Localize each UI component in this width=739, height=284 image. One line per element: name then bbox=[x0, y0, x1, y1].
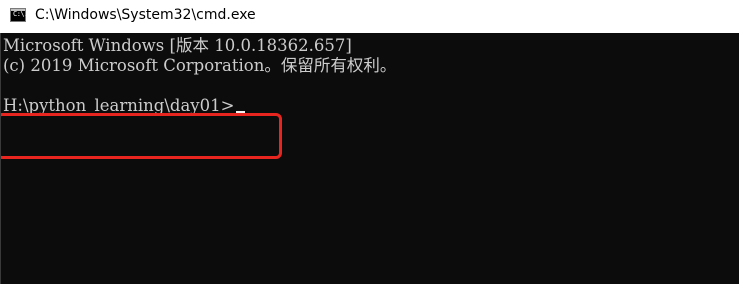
console-line-version: Microsoft Windows [版本 10.0.18362.657] bbox=[3, 36, 352, 55]
cmd-window: C:\. C:\Windows\System32\cmd.exe Microso… bbox=[0, 0, 739, 284]
command-prompt: H:\python_learning\day01> bbox=[3, 96, 235, 115]
text-cursor bbox=[236, 111, 246, 114]
title-bar[interactable]: C:\. C:\Windows\System32\cmd.exe bbox=[0, 0, 739, 33]
cmd-icon[interactable]: C:\. bbox=[10, 8, 28, 22]
window-title: C:\Windows\System32\cmd.exe bbox=[35, 7, 256, 23]
cmd-icon-label: C:\. bbox=[13, 10, 28, 18]
console-output[interactable]: Microsoft Windows [版本 10.0.18362.657] (c… bbox=[0, 33, 739, 284]
command-prompt-line[interactable]: H:\python_learning\day01> bbox=[3, 96, 246, 116]
console-line-copyright: (c) 2019 Microsoft Corporation。保留所有权利。 bbox=[3, 56, 397, 75]
window-left-border bbox=[0, 33, 1, 284]
prompt-highlight-box bbox=[0, 113, 282, 159]
